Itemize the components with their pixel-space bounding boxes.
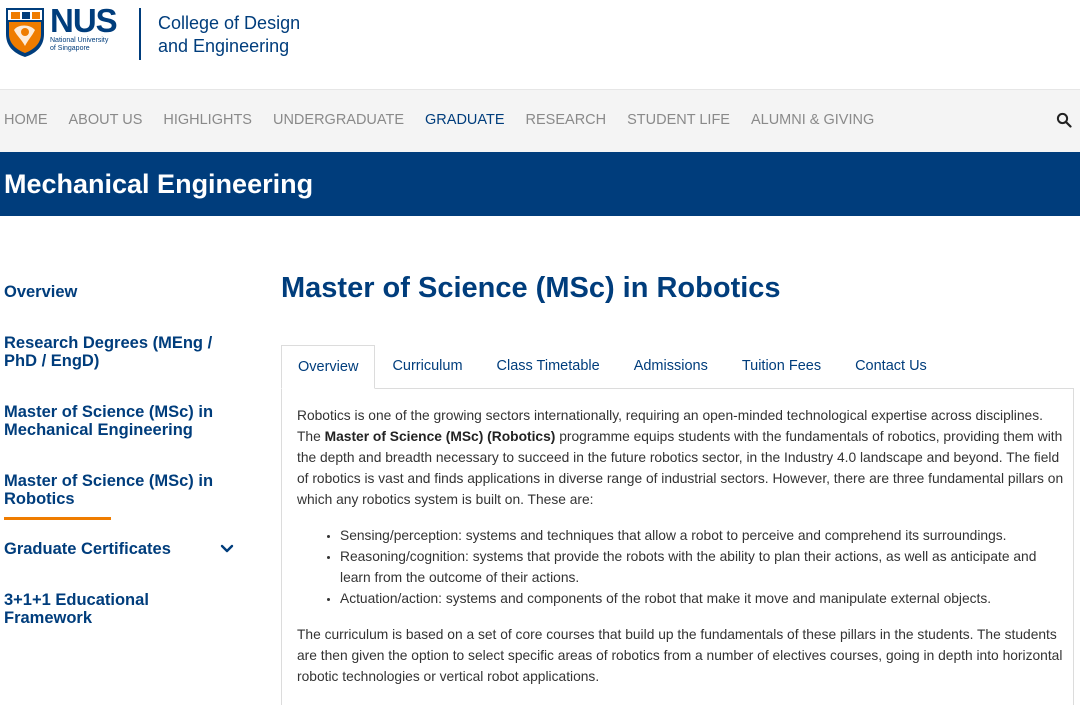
logo-subtitle: National University of Singapore bbox=[50, 37, 117, 53]
logo-word: NUS bbox=[50, 2, 118, 39]
college-name[interactable]: College of Design and Engineering bbox=[158, 12, 300, 58]
nav-item-about-us[interactable]: ABOUT US bbox=[69, 112, 143, 128]
search-icon[interactable] bbox=[1056, 112, 1072, 128]
pillars-list: Sensing/perception: systems and techniqu… bbox=[297, 525, 1065, 609]
college-line1: College of Design bbox=[158, 13, 301, 33]
list-item: Actuation/action: systems and components… bbox=[340, 588, 1065, 609]
logo-sub-line1: National University bbox=[50, 37, 109, 44]
logo-divider bbox=[139, 8, 141, 60]
intro-paragraph: Robotics is one of the growing sectors i… bbox=[297, 405, 1065, 510]
sidebar-item-educational-framework[interactable]: 3+1+1 Educational Framework bbox=[4, 591, 244, 627]
college-line2: and Engineering bbox=[158, 36, 290, 56]
main-nav: HOME ABOUT US HIGHLIGHTS UNDERGRADUATE G… bbox=[0, 89, 1080, 152]
site-header: NUS National University of Singapore Col… bbox=[0, 0, 1080, 89]
sidebar-item-overview[interactable]: Overview bbox=[4, 283, 244, 301]
tab-class-timetable[interactable]: Class Timetable bbox=[480, 345, 617, 389]
logo-sub-line2: of Singapore bbox=[50, 45, 90, 52]
overview-content: Robotics is one of the growing sectors i… bbox=[297, 405, 1065, 687]
sidebar-item-label: Overview bbox=[4, 283, 78, 301]
nav-item-alumni-giving[interactable]: ALUMNI & GIVING bbox=[751, 112, 874, 128]
nus-crest-icon bbox=[6, 8, 44, 57]
tab-contact-us[interactable]: Contact Us bbox=[838, 345, 944, 389]
list-item: Sensing/perception: systems and techniqu… bbox=[340, 525, 1065, 546]
tab-curriculum[interactable]: Curriculum bbox=[375, 345, 479, 389]
department-banner: Mechanical Engineering bbox=[0, 152, 1080, 216]
sidebar-item-research-degrees[interactable]: Research Degrees (MEng / PhD / EngD) bbox=[4, 334, 244, 370]
curriculum-paragraph: The curriculum is based on a set of core… bbox=[297, 627, 1063, 684]
nus-logo[interactable]: NUS National University of Singapore bbox=[4, 2, 118, 58]
list-item: Reasoning/cognition: systems that provid… bbox=[340, 546, 1065, 588]
sidebar-item-label: 3+1+1 Educational Framework bbox=[4, 591, 149, 627]
active-item-underline bbox=[4, 517, 111, 520]
programme-name: Master of Science (MSc) (Robotics) bbox=[324, 429, 556, 444]
sidebar-item-label: Research Degrees (MEng / PhD / EngD) bbox=[4, 334, 213, 370]
sidebar-item-label: Graduate Certificates bbox=[4, 540, 171, 558]
sidebar-item-graduate-certificates[interactable]: Graduate Certificates bbox=[4, 540, 244, 558]
tab-overview[interactable]: Overview bbox=[281, 345, 376, 389]
page-title: Master of Science (MSc) in Robotics bbox=[281, 272, 781, 304]
sidebar-item-msc-mechanical[interactable]: Master of Science (MSc) in Mechanical En… bbox=[4, 403, 244, 439]
sidebar-item-label: Master of Science (MSc) in Robotics bbox=[4, 472, 214, 508]
tab-tuition-fees[interactable]: Tuition Fees bbox=[725, 345, 838, 389]
sidebar-item-msc-robotics[interactable]: Master of Science (MSc) in Robotics bbox=[4, 472, 244, 508]
nav-item-undergraduate[interactable]: UNDERGRADUATE bbox=[273, 112, 404, 128]
sidebar-item-label: Master of Science (MSc) in Mechanical En… bbox=[4, 403, 214, 439]
nav-item-student-life[interactable]: STUDENT LIFE bbox=[627, 112, 730, 128]
nav-item-graduate[interactable]: GRADUATE bbox=[425, 112, 505, 128]
nav-item-highlights[interactable]: HIGHLIGHTS bbox=[163, 112, 252, 128]
tab-admissions[interactable]: Admissions bbox=[617, 345, 725, 389]
programme-tabs: Overview Curriculum Class Timetable Admi… bbox=[281, 345, 944, 389]
chevron-down-icon[interactable] bbox=[220, 542, 234, 556]
nav-item-research[interactable]: RESEARCH bbox=[526, 112, 607, 128]
nav-item-home[interactable]: HOME bbox=[4, 112, 48, 128]
department-title: Mechanical Engineering bbox=[4, 169, 314, 199]
